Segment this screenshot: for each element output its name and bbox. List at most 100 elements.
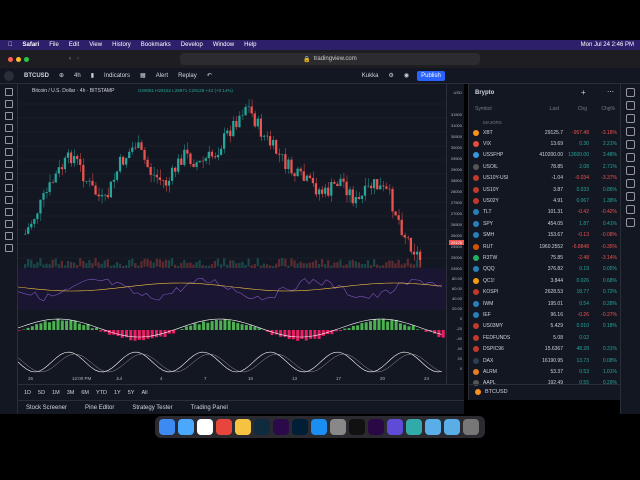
watchlist-row[interactable]: XBT 29125.7 -957.48 -3.18% <box>469 127 621 138</box>
trendline-icon[interactable] <box>5 100 13 108</box>
settings-app-icon[interactable] <box>330 419 346 435</box>
watchlist-row[interactable]: QQQ 376.82 0.19 0.05% <box>469 264 621 275</box>
apple-tv-icon[interactable] <box>349 419 365 435</box>
watchlist-title[interactable]: Brypto <box>475 90 494 96</box>
watchlist-row[interactable]: FEDFUNDS 5.08 0.02 <box>469 332 621 343</box>
safari-icon[interactable] <box>178 419 194 435</box>
apple-icon[interactable]:  <box>8 42 13 48</box>
tab-trading-panel[interactable]: Trading Panel <box>191 405 228 411</box>
lock-drawings-icon[interactable] <box>5 220 13 228</box>
lightroom-icon[interactable] <box>254 419 270 435</box>
calendar-icon[interactable] <box>626 140 635 149</box>
brush-icon[interactable] <box>5 124 13 132</box>
dock-trash-icon[interactable] <box>463 419 479 435</box>
menu-develop[interactable]: Develop <box>181 42 203 48</box>
menu-edit[interactable]: Edit <box>69 42 79 48</box>
folder-icon[interactable] <box>425 419 441 435</box>
menu-history[interactable]: History <box>112 42 131 48</box>
tv-logo[interactable] <box>4 70 14 81</box>
watchlist-more-icon[interactable]: ⋯ <box>607 88 614 96</box>
range-6m[interactable]: 6M <box>81 390 89 396</box>
currency-label[interactable]: USD <box>454 90 462 95</box>
text-icon[interactable] <box>5 136 13 144</box>
downloads-icon[interactable] <box>444 419 460 435</box>
settings-icon[interactable]: ⚙ <box>388 72 393 79</box>
menu-bookmarks[interactable]: Bookmarks <box>141 42 171 48</box>
chrome-icon[interactable] <box>216 419 232 435</box>
interval-select[interactable]: 4h <box>74 73 81 79</box>
watchlist-row[interactable]: DAX 16190.95 13.73 0.08% <box>469 355 621 366</box>
price-axis[interactable]: 31500 31000 30500 30000 29500 29000 28500 28000… <box>446 84 464 384</box>
dom-icon[interactable] <box>626 205 635 214</box>
replay-button[interactable]: Replay <box>178 73 197 79</box>
zoom-dot[interactable] <box>24 56 29 62</box>
range-5y[interactable]: 5Y <box>128 390 135 396</box>
calendar-app-icon[interactable] <box>197 419 213 435</box>
watchlist-row[interactable]: R3TW 75.85 -2.48 -3.14% <box>469 252 621 263</box>
watchlist-row[interactable]: KOSPI 2628.53 18.77 0.72% <box>469 287 621 298</box>
data-window-icon[interactable] <box>626 114 635 123</box>
watchlist-row[interactable]: ALRM 53.37 0.53 1.01% <box>469 366 621 377</box>
fib-icon[interactable] <box>5 112 13 120</box>
watchlist-row[interactable]: US03MY 5.429 0.010 0.18% <box>469 321 621 332</box>
hotlist-icon[interactable] <box>626 127 635 136</box>
header-last[interactable]: Last <box>539 106 559 112</box>
shapes-icon[interactable] <box>5 172 13 180</box>
minimize-dot[interactable] <box>16 56 21 62</box>
ideas-icon[interactable] <box>626 153 635 162</box>
tab-pine-editor[interactable]: Pine Editor <box>85 405 114 411</box>
header-chg[interactable]: Chg <box>559 106 587 112</box>
user-name[interactable]: Kukka <box>362 73 379 79</box>
help-icon[interactable] <box>626 218 635 227</box>
crosshair-icon[interactable] <box>5 88 13 96</box>
templates-icon[interactable]: ▦ <box>140 72 146 79</box>
range-3m[interactable]: 3M <box>67 390 75 396</box>
zoom-icon[interactable] <box>5 196 13 204</box>
watchlist-row[interactable]: SPY 454.05 1.87 0.41% <box>469 218 621 229</box>
after-effects-icon[interactable] <box>273 419 289 435</box>
menu-help[interactable]: Help <box>244 42 256 48</box>
hide-drawings-icon[interactable] <box>5 232 13 240</box>
prediction-icon[interactable] <box>5 160 13 168</box>
magnet-icon[interactable] <box>5 208 13 216</box>
edit-app-icon[interactable] <box>387 419 403 435</box>
watchlist-row[interactable]: IEF 96.16 -0.26 -0.27% <box>469 309 621 320</box>
watchlist-row[interactable]: US10Y 3.87 0.033 0.86% <box>469 184 621 195</box>
watchlist-row[interactable]: SMH 153.67 -0.13 -0.08% <box>469 230 621 241</box>
range-ytd[interactable]: YTD <box>96 390 107 396</box>
menu-view[interactable]: View <box>89 42 102 48</box>
trash-icon[interactable] <box>5 244 13 252</box>
watchlist-row[interactable]: RUT 1960.2552 -6.8848 -0.35% <box>469 241 621 252</box>
price-chart[interactable]: Bitcoin / U.S. Dollar · 4h · BITSTAMP O2… <box>18 84 446 384</box>
browser-app-icon[interactable] <box>406 419 422 435</box>
range-5d[interactable]: 5D <box>38 390 45 396</box>
finder-icon[interactable] <box>159 419 175 435</box>
range-1y[interactable]: 1Y <box>114 390 121 396</box>
watchlist-add-icon[interactable]: + <box>581 88 586 97</box>
forward-icon[interactable]: › <box>77 56 79 62</box>
watchlist-row[interactable]: TLT 101.31 -0.42 -0.42% <box>469 207 621 218</box>
back-icon[interactable]: ‹ <box>69 56 71 62</box>
pattern-icon[interactable] <box>5 148 13 156</box>
photoshop-icon[interactable] <box>292 419 308 435</box>
watchlist-row[interactable]: USSFHP 410200.00 13600.00 3.48% <box>469 150 621 161</box>
section-majors[interactable]: MAJORS <box>483 120 502 125</box>
symbol-search[interactable]: BTCUSD <box>24 73 49 79</box>
watchlist-icon[interactable] <box>626 88 635 97</box>
range-1m[interactable]: 1M <box>52 390 60 396</box>
alerts-icon[interactable] <box>626 101 635 110</box>
address-bar[interactable]: 🔒 tradingview.com <box>180 53 480 65</box>
menu-window[interactable]: Window <box>213 42 234 48</box>
menu-file[interactable]: File <box>49 42 59 48</box>
tab-strategy-tester[interactable]: Strategy Tester <box>132 405 172 411</box>
watchlist-row[interactable]: US02Y 4.91 0.067 1.38% <box>469 195 621 206</box>
chart-type-icon[interactable]: ▮ <box>91 72 94 79</box>
close-dot[interactable] <box>8 56 13 62</box>
clock[interactable]: Mon Jul 24 2:46 PM <box>581 42 634 48</box>
watchlist-row[interactable]: VIX 13.69 0.30 2.21% <box>469 138 621 149</box>
tab-stock-screener[interactable]: Stock Screener <box>26 405 67 411</box>
header-pct[interactable]: Chg% <box>587 106 615 112</box>
indicators-button[interactable]: Indicators <box>104 73 130 79</box>
photos-icon[interactable] <box>235 419 251 435</box>
watchlist-row[interactable]: USOIL 78.85 2.08 2.71% <box>469 161 621 172</box>
